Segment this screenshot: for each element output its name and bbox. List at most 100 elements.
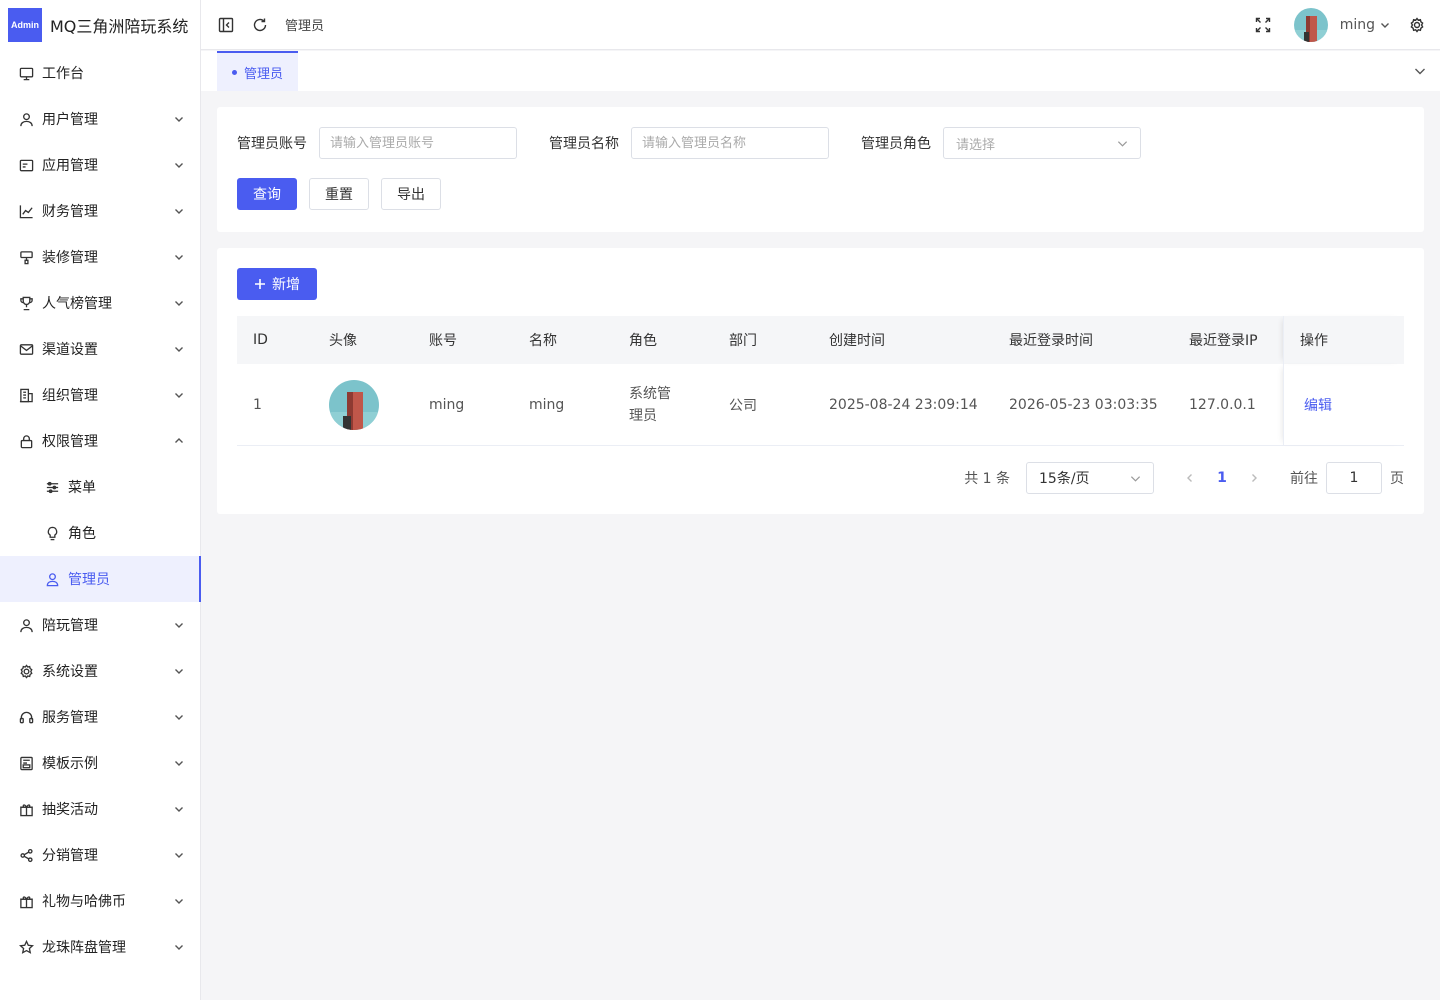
sidebar-item-popularity[interactable]: 人气榜管理 — [0, 280, 200, 326]
app-icon — [18, 157, 34, 173]
cell-name: ming — [529, 396, 565, 413]
next-page-icon[interactable] — [1238, 473, 1270, 483]
sidebar-item-label: 管理员 — [68, 572, 110, 588]
page-size-select[interactable]: 15条/页 — [1026, 462, 1154, 494]
chevron-up-icon — [174, 436, 184, 446]
sidebar-item-permissions[interactable]: 权限管理 — [0, 418, 200, 464]
fullscreen-icon[interactable] — [1254, 16, 1272, 34]
sidebar-item-dragonball[interactable]: 龙珠阵盘管理 — [0, 924, 200, 970]
sidebar-item-users[interactable]: 用户管理 — [0, 96, 200, 142]
reset-button[interactable]: 重置 — [309, 178, 369, 210]
table-header: ID 头像 账号 名称 角色 部门 创建时间 最近登录时间 最近登录IP 操作 — [237, 316, 1404, 364]
column-header: 创建时间 — [829, 333, 885, 349]
table-panel: 新增 ID 头像 账号 名称 角色 部门 创建时间 最近登录时间 最近登录IP … — [217, 248, 1424, 514]
sidebar-item-admins[interactable]: 管理员 — [0, 556, 201, 602]
role-select[interactable]: 请选择 — [943, 127, 1141, 159]
avatar[interactable] — [1293, 7, 1328, 42]
sidebar-item-escort[interactable]: 陪玩管理 — [0, 602, 200, 648]
add-button[interactable]: 新增 — [237, 268, 317, 300]
sidebar-item-channels[interactable]: 渠道设置 — [0, 326, 200, 372]
account-input[interactable] — [319, 127, 517, 159]
sidebar-menu: 工作台 用户管理 应用管理 财务管理 装修管理 人气榜管理 渠道设置 组织管理 … — [0, 50, 200, 464]
sidebar-item-apps[interactable]: 应用管理 — [0, 142, 200, 188]
settings-gear-icon[interactable] — [1408, 16, 1426, 34]
chevron-down-icon — [174, 712, 184, 722]
cell-dept: 公司 — [729, 397, 757, 414]
sidebar-item-finance[interactable]: 财务管理 — [0, 188, 200, 234]
sidebar-item-label: 人气榜管理 — [42, 296, 112, 312]
username-label: ming — [1339, 16, 1375, 33]
tab-admins[interactable]: 管理员 — [217, 51, 299, 91]
sidebar-item-services[interactable]: 服务管理 — [0, 694, 200, 740]
name-input[interactable] — [631, 127, 829, 159]
sidebar-item-templates[interactable]: 模板示例 — [0, 740, 200, 786]
prev-page-icon[interactable] — [1174, 473, 1206, 483]
column-header: 头像 — [329, 333, 357, 349]
pagination-total: 共 1 条 — [964, 471, 1010, 487]
cell-account: ming — [429, 396, 465, 413]
cell-last-login: 2026-05-23 03:03:35 — [1009, 396, 1158, 413]
trophy-icon — [18, 295, 34, 311]
sidebar-item-label: 龙珠阵盘管理 — [42, 940, 126, 956]
breadcrumb[interactable]: 管理员 — [285, 15, 324, 34]
chevron-down-icon — [1130, 475, 1141, 482]
sidebar-item-lottery[interactable]: 抽奖活动 — [0, 786, 200, 832]
app-title: MQ三角洲陪玩系统 — [50, 17, 189, 36]
user-menu[interactable]: ming — [1340, 17, 1390, 33]
sidebar-item-label: 菜单 — [68, 480, 96, 496]
refresh-icon[interactable] — [251, 16, 269, 34]
gift-icon — [18, 801, 34, 817]
collapse-sidebar-icon[interactable] — [217, 16, 235, 34]
mail-icon — [18, 341, 34, 357]
sidebar-item-gifts[interactable]: 礼物与哈佛币 — [0, 878, 200, 924]
goto-page-input[interactable] — [1326, 462, 1382, 494]
star-icon — [18, 939, 34, 955]
headset-icon — [18, 709, 34, 725]
edit-link[interactable]: 编辑 — [1304, 395, 1332, 415]
column-header: 账号 — [429, 333, 457, 349]
sidebar-item-distribution[interactable]: 分销管理 — [0, 832, 200, 878]
sidebar-item-decoration[interactable]: 装修管理 — [0, 234, 200, 280]
sidebar-item-label: 工作台 — [42, 66, 84, 82]
tabs-more-chevron-icon[interactable] — [1400, 51, 1440, 91]
sidebar-item-label: 用户管理 — [42, 112, 98, 128]
filter-panel: 管理员账号 管理员名称 管理员角色 请选择 查询 重置 导出 — [217, 107, 1424, 232]
template-icon — [18, 755, 34, 771]
chart-icon — [18, 203, 34, 219]
filter-buttons: 查询 重置 导出 — [237, 178, 1404, 210]
sliders-icon — [44, 479, 60, 495]
query-button[interactable]: 查询 — [237, 178, 297, 210]
admin-user-icon — [44, 571, 60, 587]
column-header: ID — [253, 332, 268, 348]
export-button[interactable]: 导出 — [381, 178, 441, 210]
page-number[interactable]: 1 — [1206, 470, 1238, 486]
name-label: 管理员名称 — [549, 136, 619, 152]
sidebar-item-label: 系统设置 — [42, 664, 98, 680]
sidebar: Admin MQ三角洲陪玩系统 工作台 用户管理 应用管理 财务管理 装修管理 — [0, 0, 201, 1000]
chevron-down-icon — [1117, 140, 1128, 147]
sidebar-item-roles[interactable]: 角色 — [0, 510, 200, 556]
table-row: 1 ming ming 系统管理员 公司 2025-08-24 23:09:14… — [237, 364, 1404, 446]
sidebar-item-label: 礼物与哈佛币 — [42, 894, 126, 910]
sidebar-item-menu[interactable]: 菜单 — [0, 464, 200, 510]
chevron-down-icon — [1381, 22, 1389, 28]
sidebar-item-workbench[interactable]: 工作台 — [0, 50, 200, 96]
column-header: 最近登录IP — [1189, 333, 1258, 349]
chevron-down-icon — [174, 758, 184, 768]
sidebar-item-label: 服务管理 — [42, 710, 98, 726]
permissions-submenu: 菜单 角色 管理员 — [0, 464, 201, 602]
chevron-down-icon — [174, 620, 184, 630]
user-icon — [18, 111, 34, 127]
chevron-down-icon — [174, 896, 184, 906]
sidebar-item-organization[interactable]: 组织管理 — [0, 372, 200, 418]
logo-area[interactable]: Admin MQ三角洲陪玩系统 — [0, 0, 200, 50]
tab-label: 管理员 — [244, 66, 284, 82]
chevron-down-icon — [174, 942, 184, 952]
brush-icon — [18, 249, 34, 265]
sidebar-item-label: 渠道设置 — [42, 342, 98, 358]
sidebar-item-label: 陪玩管理 — [42, 618, 98, 634]
sidebar-item-label: 模板示例 — [42, 756, 98, 772]
sidebar-item-system[interactable]: 系统设置 — [0, 648, 200, 694]
cell-id: 1 — [253, 396, 262, 413]
monitor-icon — [18, 65, 34, 81]
